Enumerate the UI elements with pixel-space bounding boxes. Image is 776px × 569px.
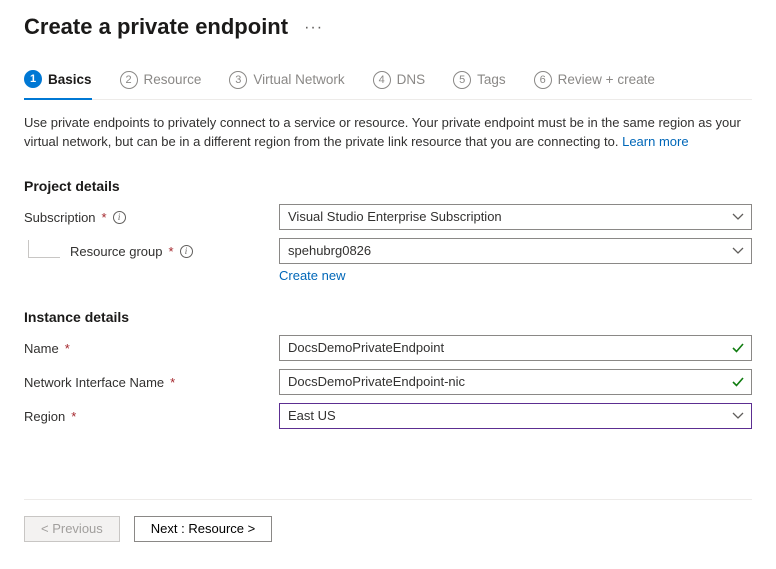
tab-step-icon: 4 <box>373 71 391 89</box>
tab-dns[interactable]: 4 DNS <box>373 70 426 99</box>
tab-label: Basics <box>48 72 92 87</box>
tab-basics[interactable]: 1 Basics <box>24 70 92 100</box>
info-icon[interactable]: i <box>180 245 193 258</box>
tab-resource[interactable]: 2 Resource <box>120 70 202 99</box>
check-icon <box>725 341 751 355</box>
info-icon[interactable]: i <box>113 211 126 224</box>
create-new-link[interactable]: Create new <box>279 268 345 283</box>
resource-group-label: Resource group <box>70 244 163 259</box>
tab-label: Virtual Network <box>253 72 344 87</box>
nic-input[interactable]: DocsDemoPrivateEndpoint-nic <box>279 369 752 395</box>
tab-step-icon: 5 <box>453 71 471 89</box>
required-icon: * <box>169 244 174 259</box>
tab-description: Use private endpoints to privately conne… <box>24 114 752 152</box>
tab-step-icon: 1 <box>24 70 42 88</box>
region-label: Region <box>24 409 65 424</box>
nic-label: Network Interface Name <box>24 375 164 390</box>
tab-label: Review + create <box>558 72 655 87</box>
previous-button: < Previous <box>24 516 120 542</box>
page-title: Create a private endpoint <box>24 14 288 40</box>
chevron-down-icon <box>725 410 751 422</box>
tab-label: Tags <box>477 72 506 87</box>
check-icon <box>725 375 751 389</box>
tab-review-create[interactable]: 6 Review + create <box>534 70 655 99</box>
name-label: Name <box>24 341 59 356</box>
tab-tags[interactable]: 5 Tags <box>453 70 506 99</box>
required-icon: * <box>170 375 175 390</box>
section-instance-details: Instance details <box>24 309 752 325</box>
subscription-label: Subscription <box>24 210 96 225</box>
chevron-down-icon <box>725 245 751 257</box>
required-icon: * <box>65 341 70 356</box>
wizard-footer: < Previous Next : Resource > <box>24 499 752 558</box>
subscription-select[interactable]: Visual Studio Enterprise Subscription <box>279 204 752 230</box>
wizard-tabs: 1 Basics 2 Resource 3 Virtual Network 4 … <box>24 70 752 100</box>
tab-label: DNS <box>397 72 426 87</box>
tab-step-icon: 6 <box>534 71 552 89</box>
tab-step-icon: 3 <box>229 71 247 89</box>
next-button[interactable]: Next : Resource > <box>134 516 272 542</box>
resource-group-select[interactable]: spehubrg0826 <box>279 238 752 264</box>
tab-virtual-network[interactable]: 3 Virtual Network <box>229 70 344 99</box>
more-icon[interactable]: ··· <box>304 19 323 37</box>
tree-connector-icon <box>28 240 60 258</box>
name-input[interactable]: DocsDemoPrivateEndpoint <box>279 335 752 361</box>
learn-more-link[interactable]: Learn more <box>622 134 688 149</box>
section-project-details: Project details <box>24 178 752 194</box>
required-icon: * <box>71 409 76 424</box>
chevron-down-icon <box>725 211 751 223</box>
tab-label: Resource <box>144 72 202 87</box>
tab-step-icon: 2 <box>120 71 138 89</box>
required-icon: * <box>102 210 107 225</box>
region-select[interactable]: East US <box>279 403 752 429</box>
